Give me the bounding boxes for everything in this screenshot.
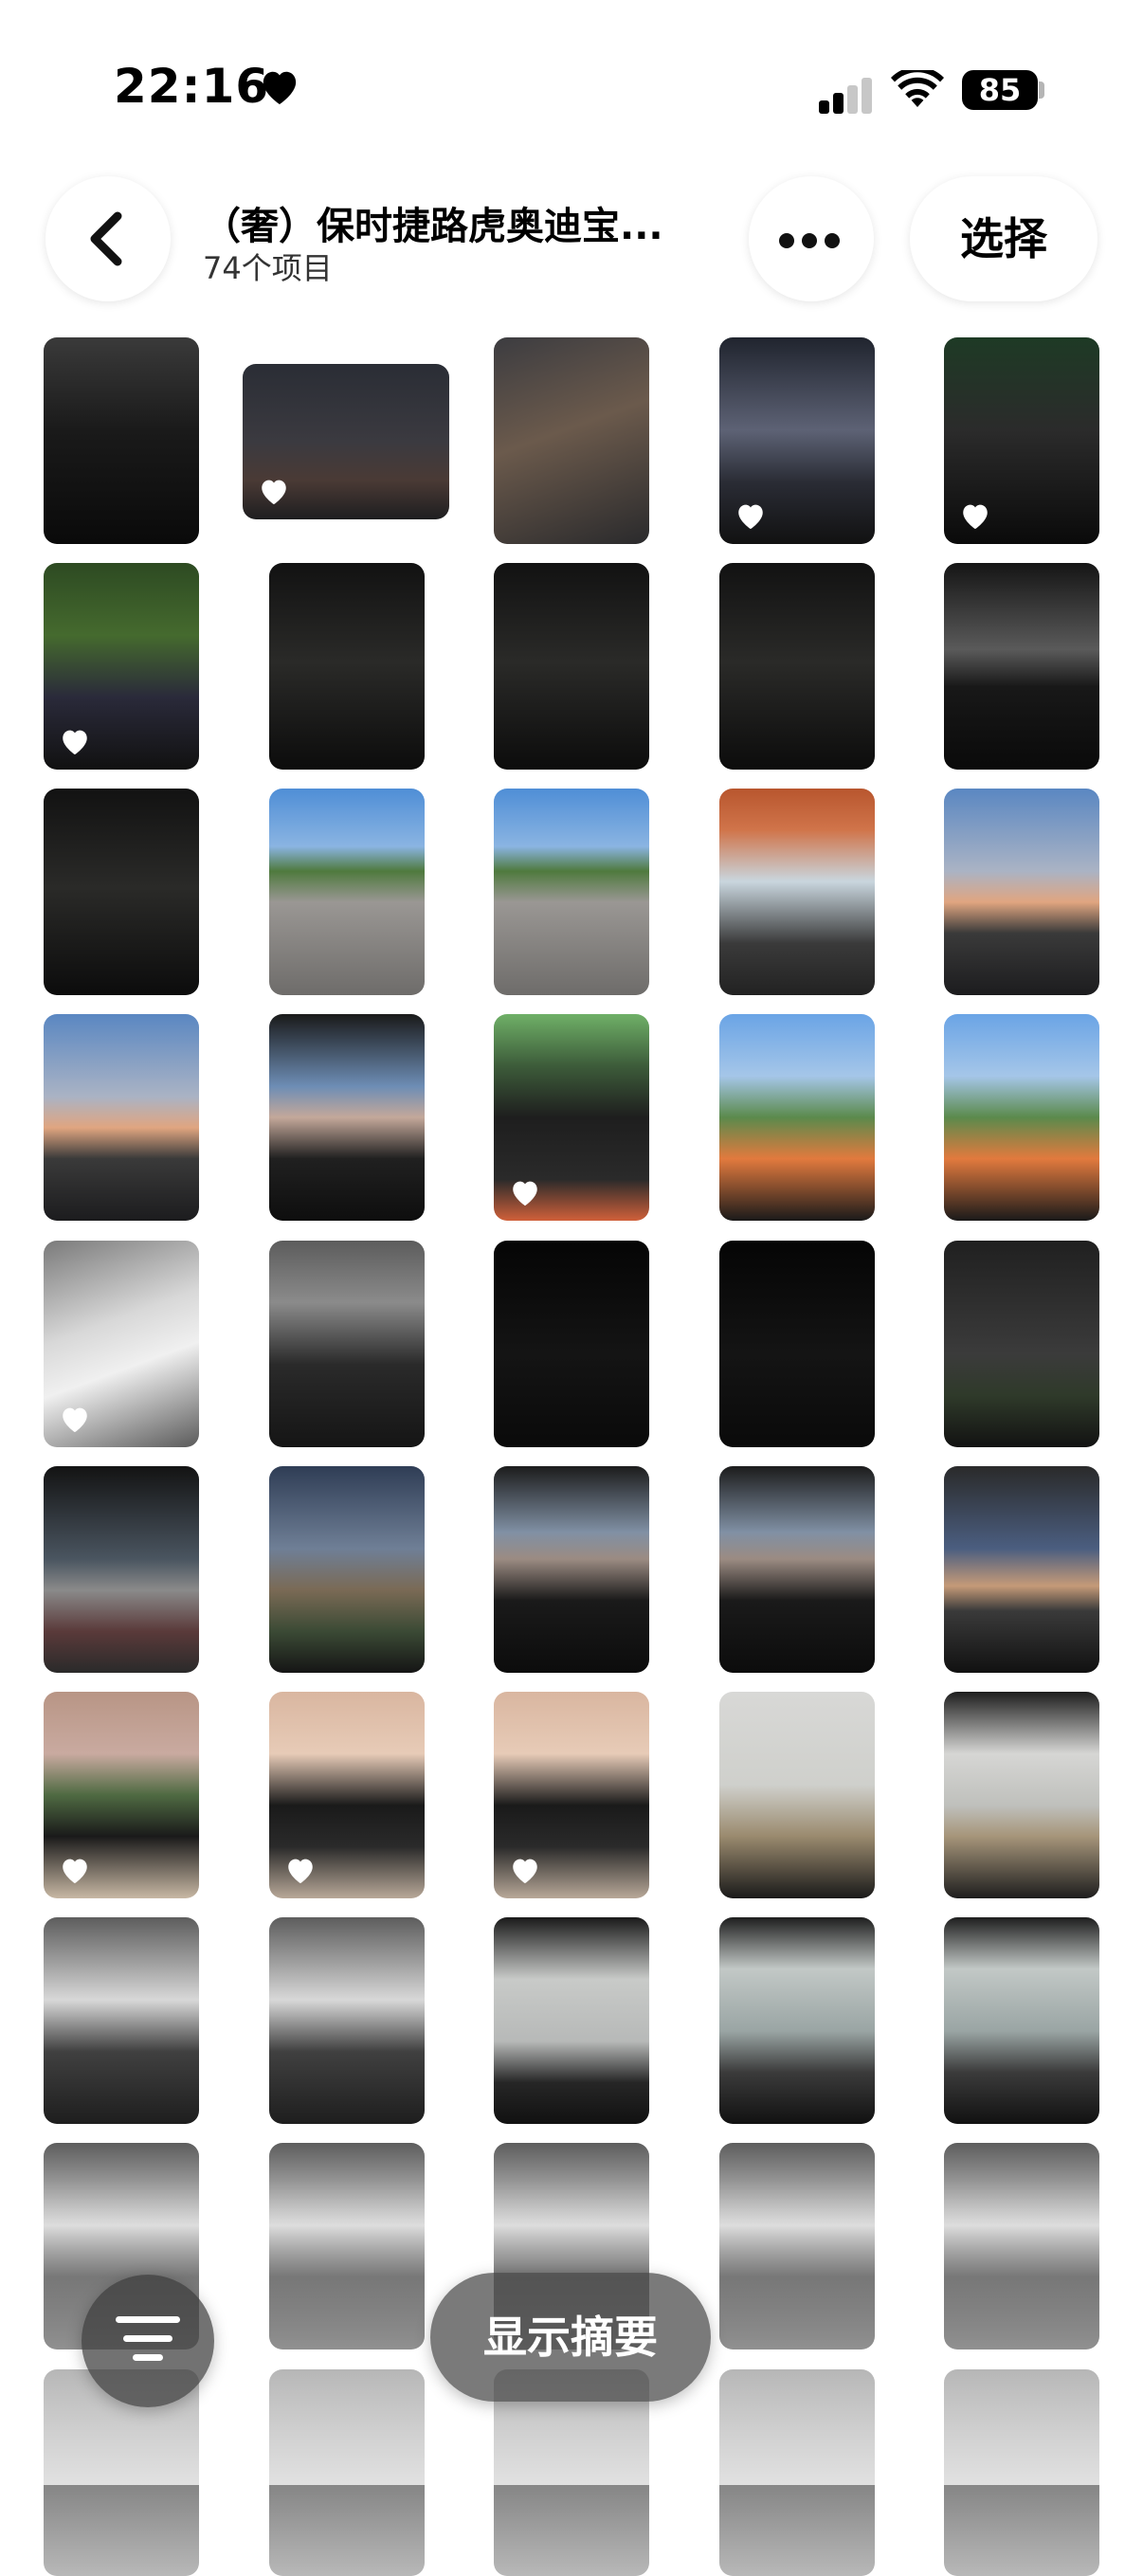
chevron-left-icon (90, 211, 122, 266)
photo-thumbnail[interactable] (44, 563, 199, 770)
album-title: （奢）保时捷路虎奥迪宝... (203, 205, 663, 248)
photo-thumbnail[interactable] (44, 1692, 199, 1898)
photo-thumbnail[interactable] (269, 1241, 425, 1447)
favorite-heart-icon (513, 1181, 537, 1206)
battery-level: 85 (978, 72, 1022, 108)
photo-thumbnail[interactable] (944, 1014, 1099, 1221)
favorite-heart-icon (738, 504, 763, 530)
photo-thumbnail[interactable] (269, 563, 425, 770)
photo-thumbnail[interactable] (719, 1917, 875, 2124)
photo-thumbnail[interactable] (494, 789, 649, 995)
status-bar: 22:16 85 (0, 0, 1143, 180)
photo-thumbnail[interactable] (44, 337, 199, 544)
show-summary-button[interactable]: 显示摘要 (430, 2273, 711, 2402)
photo-thumbnail[interactable] (44, 1241, 199, 1447)
photo-grid (0, 0, 1143, 2576)
cellular-signal-icon (819, 74, 876, 114)
photo-thumbnail[interactable] (494, 1466, 649, 1673)
photo-thumbnail[interactable] (944, 2369, 1099, 2576)
photo-thumbnail[interactable] (944, 1466, 1099, 1673)
more-icon (779, 233, 840, 252)
photo-thumbnail[interactable] (944, 1692, 1099, 1898)
photo-thumbnail[interactable] (44, 1014, 199, 1221)
filter-button[interactable] (82, 2275, 214, 2407)
photo-thumbnail[interactable] (719, 2369, 875, 2576)
album-header: （奢）保时捷路虎奥迪宝... 74个项目 选择 (0, 171, 1143, 313)
photo-thumbnail[interactable] (494, 1692, 649, 1898)
photo-thumbnail[interactable] (494, 1917, 649, 2124)
photo-thumbnail[interactable] (494, 1241, 649, 1447)
photo-thumbnail[interactable] (944, 1917, 1099, 2124)
favorite-heart-icon (288, 1859, 313, 1884)
photo-thumbnail[interactable] (719, 337, 875, 544)
photo-thumbnail[interactable] (44, 1917, 199, 2124)
favorite-heart-icon (963, 504, 988, 530)
favorite-heart-icon (513, 1859, 537, 1884)
photo-thumbnail[interactable] (944, 1241, 1099, 1447)
photo-thumbnail[interactable] (494, 563, 649, 770)
photo-thumbnail[interactable] (269, 2369, 425, 2576)
photo-thumbnail[interactable] (719, 1241, 875, 1447)
favorite-heart-icon (63, 1859, 87, 1884)
photo-thumbnail[interactable] (944, 789, 1099, 995)
photo-thumbnail[interactable] (494, 337, 649, 544)
photo-thumbnail[interactable] (269, 1917, 425, 2124)
photo-thumbnail[interactable] (719, 563, 875, 770)
more-button[interactable] (749, 176, 874, 301)
battery-nub (1039, 82, 1044, 99)
photo-thumbnail[interactable] (269, 1466, 425, 1673)
photo-thumbnail[interactable] (269, 2143, 425, 2349)
back-button[interactable] (45, 176, 171, 301)
photo-thumbnail[interactable] (944, 337, 1099, 544)
heart-icon (258, 66, 301, 110)
photo-thumbnail[interactable] (269, 1014, 425, 1221)
status-time: 22:16 (114, 59, 270, 114)
select-label: 选择 (960, 213, 1047, 264)
favorite-heart-icon (63, 1407, 87, 1433)
photo-thumbnail[interactable] (494, 1014, 649, 1221)
photo-thumbnail[interactable] (719, 1466, 875, 1673)
wifi-icon (891, 66, 944, 114)
photo-thumbnail[interactable] (269, 789, 425, 995)
photo-thumbnail[interactable] (44, 1466, 199, 1673)
photo-thumbnail[interactable] (44, 789, 199, 995)
select-button[interactable]: 选择 (910, 176, 1098, 301)
favorite-heart-icon (63, 730, 87, 755)
photo-thumbnail[interactable] (944, 2143, 1099, 2349)
photo-thumbnail[interactable] (719, 2143, 875, 2349)
photo-thumbnail[interactable] (944, 563, 1099, 770)
photo-thumbnail[interactable] (719, 789, 875, 995)
photo-thumbnail[interactable] (719, 1692, 875, 1898)
photo-thumbnail[interactable] (243, 364, 449, 519)
photo-thumbnail[interactable] (269, 1692, 425, 1898)
battery-icon: 85 (962, 70, 1038, 110)
item-count: 74个项目 (203, 250, 333, 286)
favorite-heart-icon (262, 480, 286, 505)
photo-thumbnail[interactable] (719, 1014, 875, 1221)
